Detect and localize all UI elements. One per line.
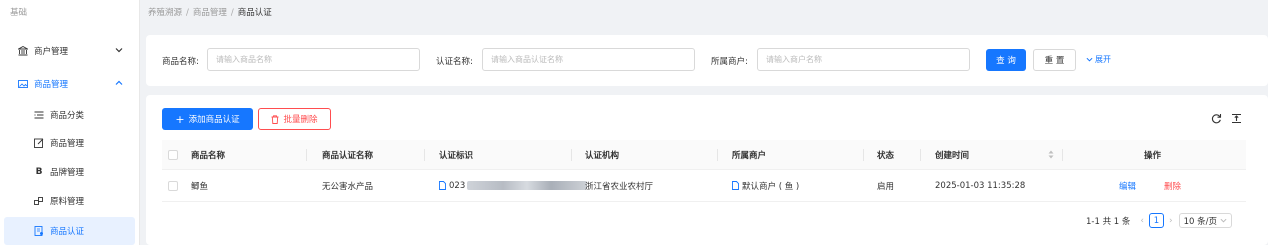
column-height-icon[interactable] <box>1231 113 1242 124</box>
sidebar-item-product-category[interactable]: 商品分类 <box>0 100 139 130</box>
sidebar: 基础 商户管理 商品管理 商品分类 商品管理 B 品牌管理 原料管理 商品认证 <box>0 0 140 245</box>
page-size-value: 10 条/页 <box>1183 216 1218 227</box>
cert-name-input[interactable]: 请输入商品认证名称 <box>482 48 695 71</box>
breadcrumb: 养殖溯源 / 商品管理 / 商品认证 <box>148 8 272 18</box>
cert-id-cell: 023 <box>439 170 588 201</box>
cert-name-cell: 无公害水产品 <box>322 181 374 192</box>
status-cell: 启用 <box>877 181 895 192</box>
column-header: 状态 <box>877 150 895 161</box>
sidebar-item-label: 品牌管理 <box>50 168 85 178</box>
sidebar-item-merchant-management[interactable]: 商户管理 <box>0 36 139 66</box>
material-icon <box>34 196 44 206</box>
pagination: 1-1 共 1 条 ‹ 1 › 10 条/页 <box>1086 213 1233 228</box>
sidebar-item-label: 商品分类 <box>50 111 85 121</box>
add-certification-label: 添加商品认证 <box>188 115 240 125</box>
sidebar-top-label: 基础 <box>10 8 28 18</box>
redacted-blur <box>467 181 588 190</box>
column-header: 商品名称 <box>191 150 226 161</box>
search-form: 商品名称: 请输入商品名称 认证名称: 请输入商品认证名称 所属商户: 请输入商… <box>146 35 1268 86</box>
sidebar-item-label: 商品管理 <box>34 80 69 90</box>
page-number-button[interactable]: 1 <box>1149 213 1165 228</box>
edit-icon <box>34 138 44 148</box>
edit-link[interactable]: 编辑 <box>1119 170 1136 201</box>
sidebar-item-product-admin[interactable]: 商品管理 <box>0 128 139 158</box>
reset-button[interactable]: 重 置 <box>1033 49 1076 71</box>
agency-cell: 浙江省农业农村厅 <box>585 181 654 192</box>
sidebar-item-label: 商户管理 <box>34 47 69 57</box>
chevron-down-icon <box>115 48 123 53</box>
page-size-select[interactable]: 10 条/页 <box>1178 213 1233 228</box>
sidebar-item-brand-management[interactable]: B 品牌管理 <box>0 157 139 187</box>
batch-delete-button[interactable]: 批量删除 <box>258 108 331 130</box>
table-row: 鲫鱼 无公害水产品 023 浙江省农业农村厅 默认商户 ( 鱼 ) 启用 202… <box>162 170 1246 202</box>
cert-id-text: 023 <box>449 180 466 191</box>
merchant-input[interactable]: 请输入商户名称 <box>757 48 970 71</box>
select-all-checkbox[interactable] <box>168 140 178 169</box>
sidebar-item-material-management[interactable]: 原料管理 <box>0 186 139 216</box>
file-icon <box>439 181 446 190</box>
add-certification-button[interactable]: + 添加商品认证 <box>162 108 253 130</box>
sidebar-item-label: 商品认证 <box>50 227 85 237</box>
table-card: + 添加商品认证 批量删除 商品名称 商品认证名称 认证标识 认证机构 所属商户… <box>146 95 1268 245</box>
expand-label: 展开 <box>1095 55 1111 64</box>
file-icon <box>732 181 739 190</box>
sidebar-item-label: 商品管理 <box>50 139 85 149</box>
bank-icon <box>18 46 28 56</box>
column-header: 操作 <box>1144 150 1162 161</box>
batch-delete-label: 批量删除 <box>283 115 318 125</box>
sidebar-item-label: 原料管理 <box>50 197 85 207</box>
prev-page-icon[interactable]: ‹ <box>1140 216 1144 226</box>
certificate-icon <box>34 226 44 236</box>
picture-icon <box>18 79 28 89</box>
delete-link[interactable]: 删除 <box>1164 170 1181 201</box>
next-page-icon[interactable]: › <box>1169 216 1173 226</box>
table-header: 商品名称 商品认证名称 认证标识 认证机构 所属商户 状态 创建时间 操作 <box>162 140 1246 170</box>
column-header: 认证机构 <box>585 150 620 161</box>
column-header: 认证标识 <box>439 150 474 161</box>
column-header: 所属商户 <box>732 150 767 161</box>
row-checkbox[interactable] <box>168 170 178 201</box>
product-name-cell: 鲫鱼 <box>191 181 209 192</box>
brand-b-icon: B <box>35 167 43 177</box>
sort-icon[interactable] <box>1048 140 1054 169</box>
breadcrumb-current: 商品认证 <box>237 8 272 18</box>
chevron-down-icon <box>1086 57 1093 62</box>
sidebar-item-product-certification[interactable]: 商品认证 <box>4 217 135 245</box>
product-name-label: 商品名称: <box>162 57 199 67</box>
trash-icon <box>271 114 279 124</box>
plus-icon: + <box>175 112 185 126</box>
expand-toggle[interactable]: 展开 <box>1086 54 1111 65</box>
list-icon <box>34 110 44 120</box>
merchant-label: 所属商户: <box>711 57 748 67</box>
query-button[interactable]: 查 询 <box>986 49 1026 71</box>
merchant-text: 默认商户 ( 鱼 ) <box>742 181 800 192</box>
created-time-cell: 2025-01-03 11:35:28 <box>935 180 1026 191</box>
cert-name-label: 认证名称: <box>436 57 473 67</box>
column-header: 创建时间 <box>935 150 970 161</box>
refresh-icon[interactable] <box>1211 113 1222 124</box>
breadcrumb-item[interactable]: 养殖溯源 <box>148 8 182 18</box>
merchant-cell: 默认商户 ( 鱼 ) <box>732 170 799 201</box>
pagination-summary: 1-1 共 1 条 <box>1086 216 1131 227</box>
chevron-up-icon <box>115 80 123 85</box>
breadcrumb-item[interactable]: 商品管理 <box>193 8 227 18</box>
chevron-down-icon <box>1220 218 1227 223</box>
product-name-input[interactable]: 请输入商品名称 <box>207 48 420 71</box>
column-header: 商品认证名称 <box>322 150 374 161</box>
sidebar-item-product-management[interactable]: 商品管理 <box>0 69 139 99</box>
